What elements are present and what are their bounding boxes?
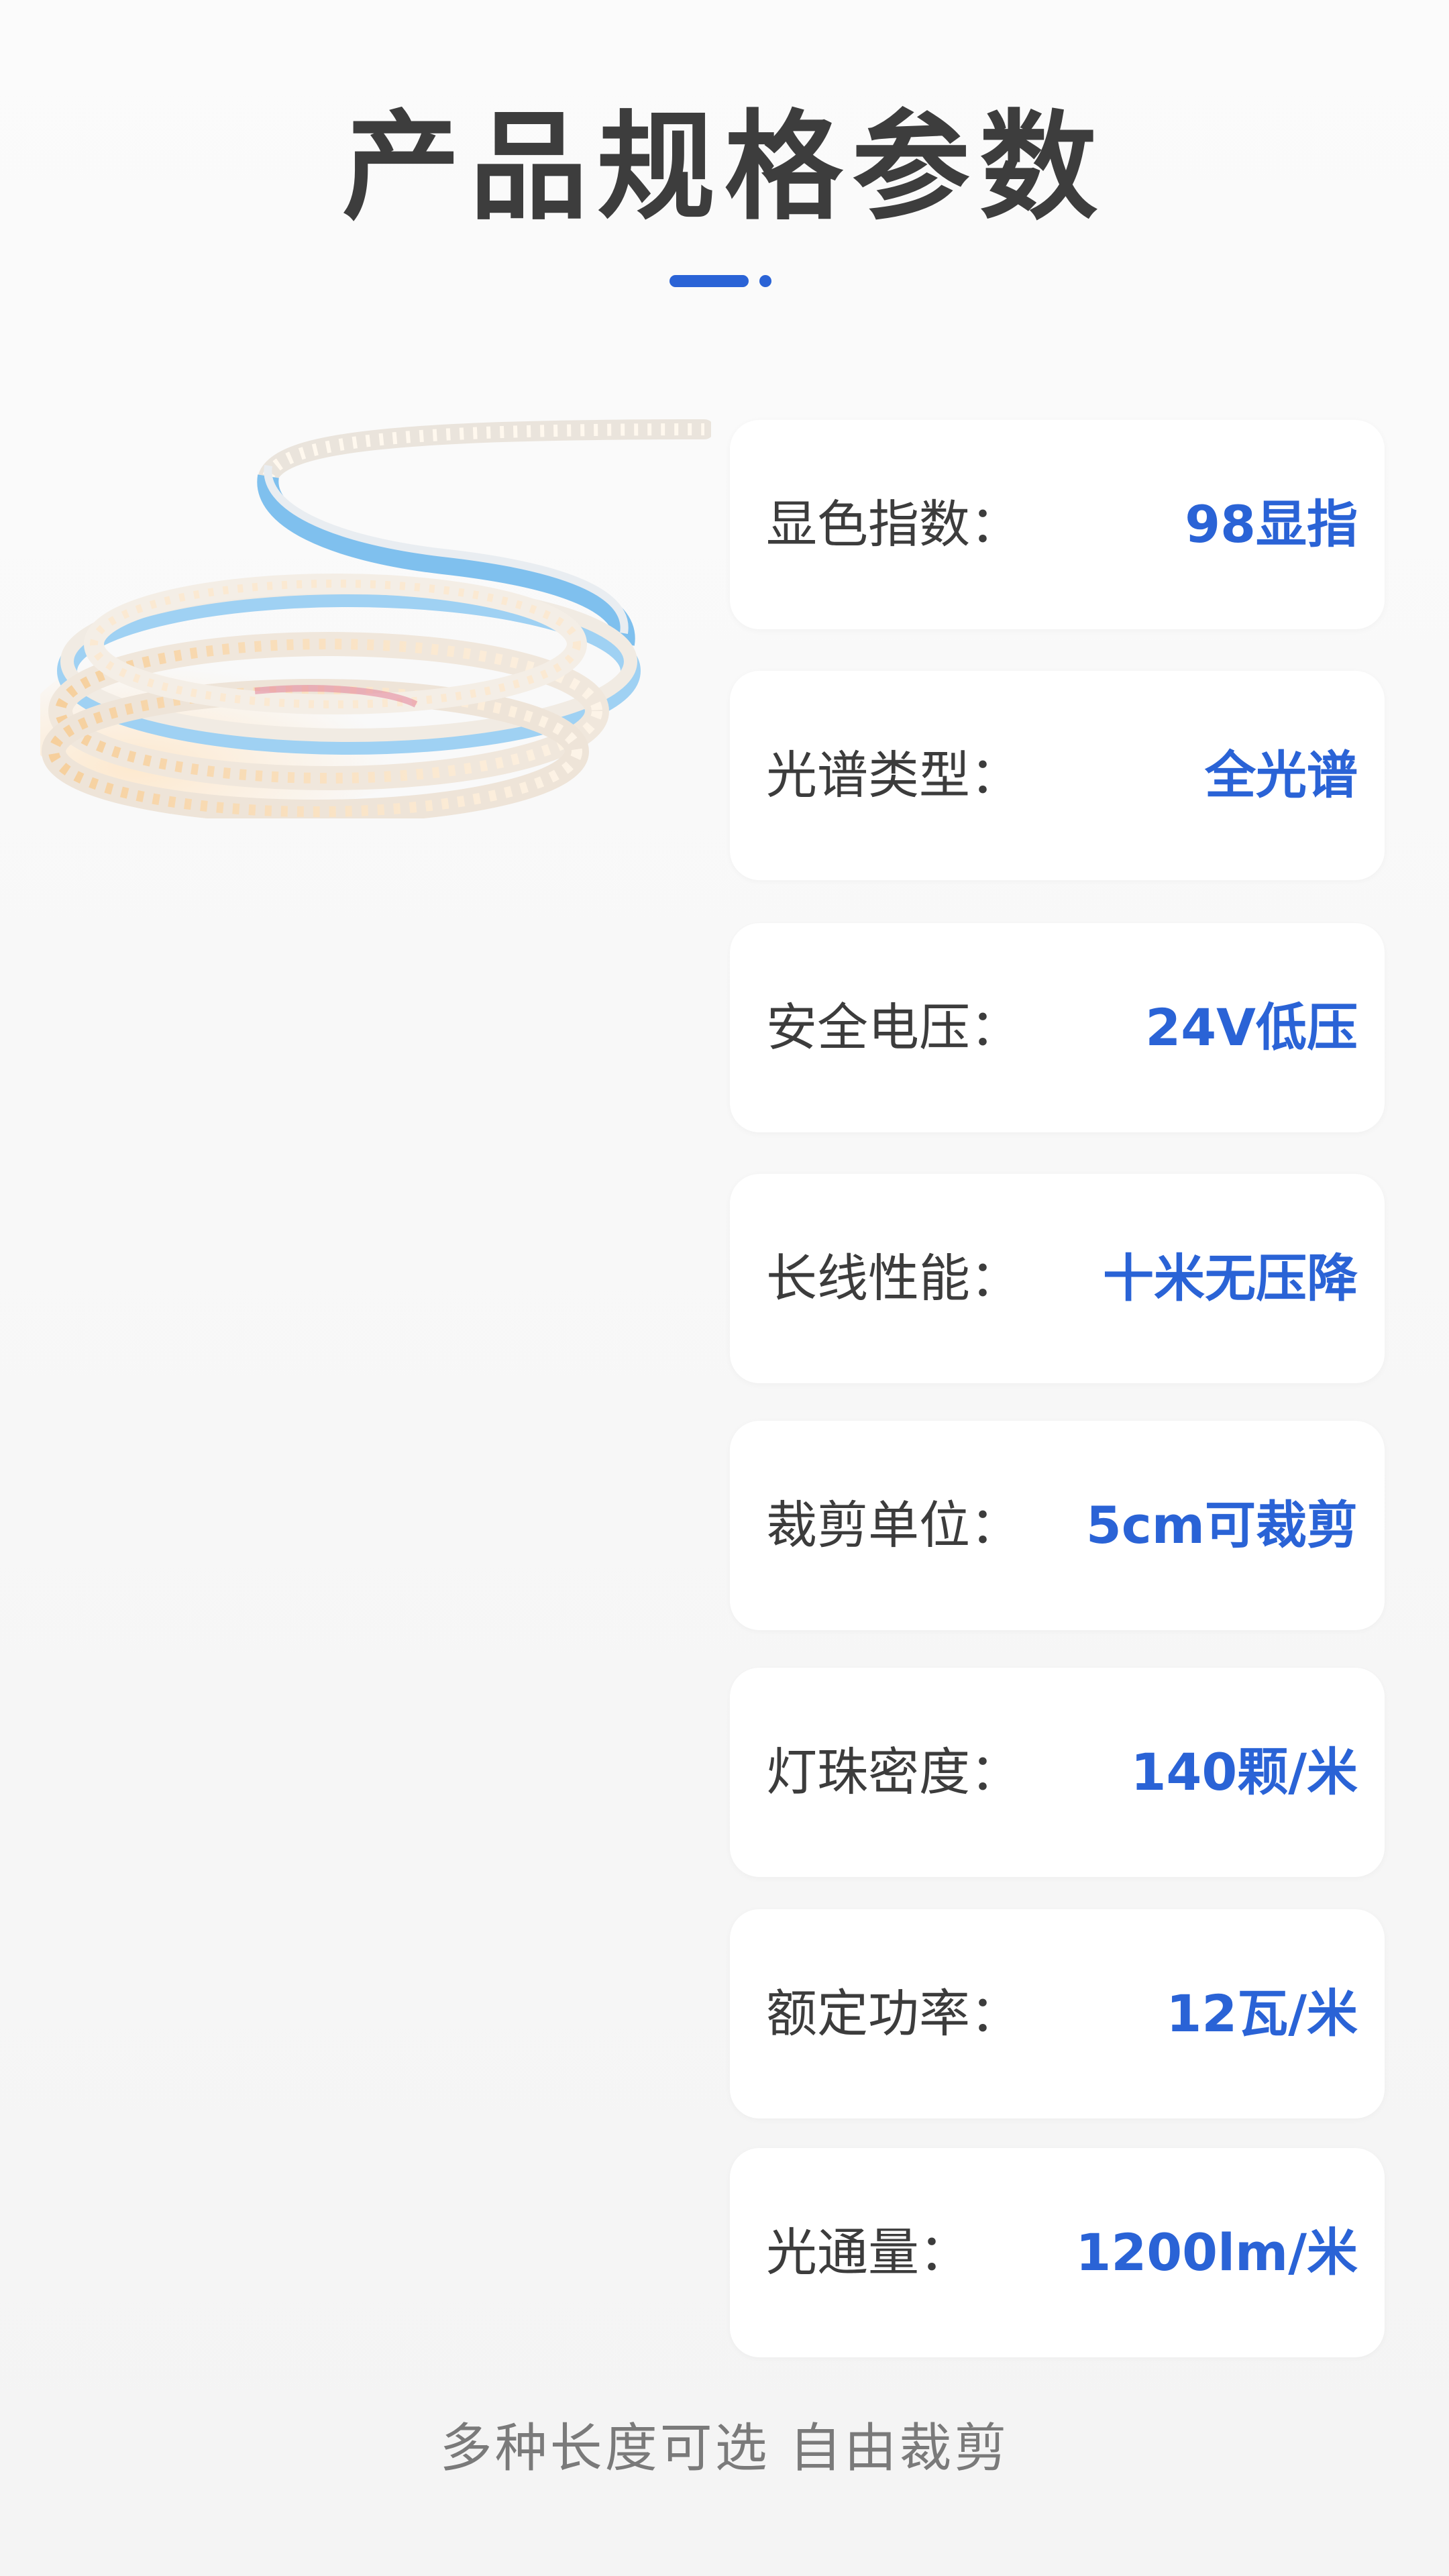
spec-card: 灯珠密度： 140颗/米: [730, 1668, 1385, 1877]
spec-value: 140颗/米: [1130, 1742, 1358, 1802]
spec-card: 显色指数： 98显指: [730, 420, 1385, 629]
accent-bar: [669, 275, 749, 287]
spec-label: 裁剪单位：: [766, 1495, 1021, 1555]
spec-label: 安全电压：: [766, 998, 1021, 1057]
spec-card: 额定功率： 12瓦/米: [730, 1909, 1385, 2118]
spec-card: 裁剪单位： 5cm可裁剪: [730, 1421, 1385, 1630]
spec-card: 安全电压： 24V低压: [730, 923, 1385, 1132]
spec-card: 长线性能： 十米无压降: [730, 1174, 1385, 1383]
spec-label: 额定功率：: [766, 1984, 1021, 2043]
spec-label: 光通量：: [766, 2222, 970, 2282]
spec-value: 十米无压降: [1103, 1248, 1358, 1308]
led-strip-coil-image: [40, 419, 711, 818]
spec-value: 1200lm/米: [1075, 2222, 1358, 2282]
spec-value: 24V低压: [1145, 998, 1358, 1057]
accent-dot: [759, 275, 771, 287]
page-title: 产品规格参数: [341, 99, 1107, 236]
spec-label: 光谱类型：: [766, 745, 1021, 805]
footer-slogan: 多种长度可选 自由裁剪: [439, 2418, 1010, 2479]
spec-label: 显色指数：: [766, 494, 1021, 554]
spec-label: 灯珠密度：: [766, 1742, 1021, 1802]
spec-label: 长线性能：: [766, 1248, 1021, 1308]
spec-card: 光通量： 1200lm/米: [730, 2148, 1385, 2357]
spec-card: 光谱类型： 全光谱: [730, 671, 1385, 880]
spec-value: 5cm可裁剪: [1085, 1495, 1358, 1555]
spec-value: 12瓦/米: [1166, 1984, 1358, 2043]
spec-value: 全光谱: [1205, 745, 1358, 805]
spec-value: 98显指: [1185, 494, 1358, 554]
